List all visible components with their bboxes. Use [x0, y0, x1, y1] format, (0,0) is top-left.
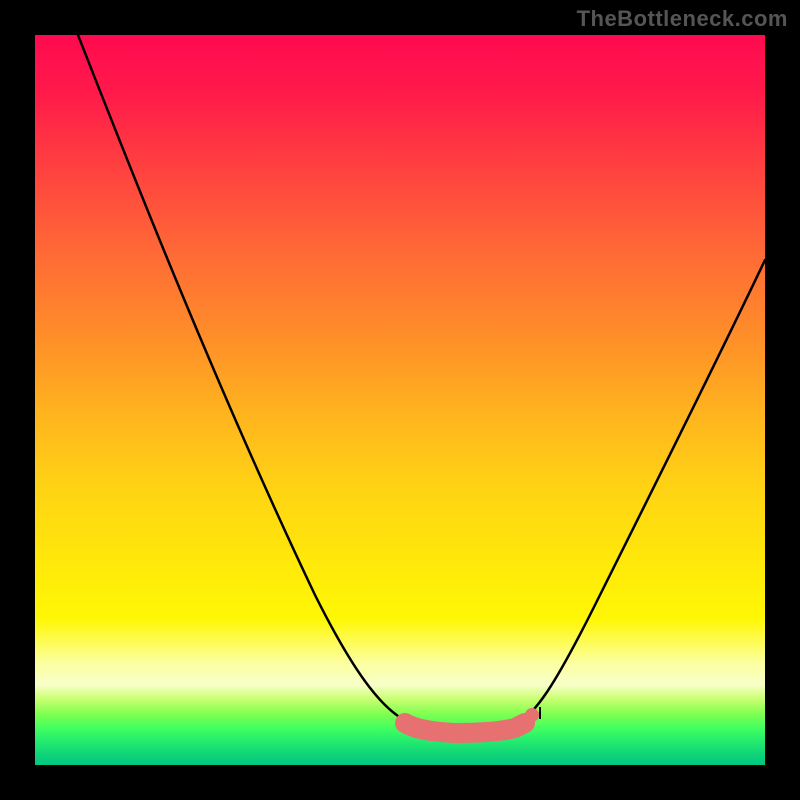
bottleneck-curve-svg	[35, 35, 765, 765]
watermark-text: TheBottleneck.com	[577, 6, 788, 32]
curve-path-main	[78, 35, 765, 730]
curve-highlight-dot	[525, 708, 539, 722]
curve-highlight-band	[405, 723, 525, 733]
plot-area	[35, 35, 765, 765]
